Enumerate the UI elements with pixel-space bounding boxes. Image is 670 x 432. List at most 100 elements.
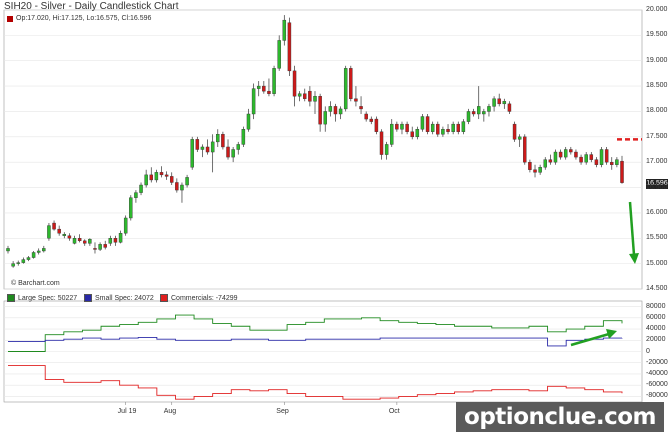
candle-body — [47, 225, 51, 239]
candle-body — [282, 19, 287, 41]
legend-label: Small Spec: 24072 — [95, 294, 154, 302]
candle-body — [599, 149, 604, 165]
candle-body — [98, 244, 102, 250]
ohlc-readout: Op:17.020, Hi:17.125, Lo:16.575, Cl:16.5… — [16, 15, 152, 22]
cot-panel — [8, 314, 623, 400]
candle-body — [226, 146, 230, 158]
candle-body — [144, 174, 148, 186]
candle-body — [180, 184, 184, 191]
candle-body — [451, 123, 455, 132]
candle-body — [72, 238, 77, 244]
cot-series-line — [8, 337, 623, 347]
candle-body — [369, 118, 374, 122]
candle-body — [507, 103, 512, 112]
candle-body — [466, 111, 471, 122]
candle-body — [456, 123, 461, 132]
chart-svg — [3, 9, 643, 405]
candle-body — [52, 222, 56, 230]
y-tick-label: 14.500 — [646, 285, 668, 292]
legend-item: Large Spec: 50227 — [7, 294, 77, 302]
candle-body — [16, 262, 20, 264]
legend-item: Small Spec: 24072 — [84, 294, 154, 302]
candle-body — [558, 151, 563, 158]
candle-body — [108, 238, 113, 244]
y-tick-label: 20.000 — [646, 6, 668, 13]
candle-body — [579, 156, 583, 163]
candle-body — [410, 131, 414, 138]
cot-y-tick-label: 80000 — [646, 302, 666, 310]
candle-body — [538, 167, 542, 173]
candle-body — [221, 134, 225, 148]
candle-body — [323, 111, 327, 125]
candle-body — [154, 172, 159, 181]
candle-body — [359, 106, 363, 110]
candle-body — [517, 136, 522, 140]
candle-body — [390, 123, 394, 145]
y-tick-label: 16.000 — [646, 208, 668, 216]
y-tick-label: 15.000 — [646, 259, 668, 267]
candle-body — [384, 144, 389, 155]
candle-body — [333, 106, 338, 115]
candle-body — [195, 139, 200, 150]
candle-body — [471, 111, 476, 115]
candle-body — [26, 257, 31, 260]
candle-body — [548, 159, 553, 163]
candle-body — [6, 248, 10, 252]
candle-body — [256, 85, 261, 89]
candle-body — [83, 240, 87, 244]
candle-body — [574, 151, 578, 158]
candle-body — [430, 123, 435, 132]
candle-body — [267, 90, 271, 94]
candle-body — [461, 121, 466, 132]
cot-y-tick-label: 0 — [646, 347, 650, 355]
candle-body — [57, 228, 61, 234]
legend-swatch — [84, 294, 92, 302]
ohlc-marker — [7, 16, 13, 22]
legend-label: Commercials: -74299 — [171, 294, 238, 302]
x-tick-label: Oct — [388, 408, 400, 415]
candle-body — [246, 113, 251, 130]
candle-body — [349, 68, 353, 99]
candle-body — [487, 106, 491, 112]
candle-body — [11, 263, 15, 267]
credit-label: © Barchart.com — [11, 280, 60, 287]
candle-body — [164, 174, 169, 177]
candle-body — [476, 106, 481, 115]
cot-y-tick-label: -60000 — [646, 381, 668, 389]
y-tick-label: 17.000 — [646, 158, 668, 166]
candle-body — [374, 118, 379, 132]
chart-title: SIH20 - Silver - Daily Candlestick Chart — [4, 1, 179, 12]
y-tick-label: 19.000 — [646, 56, 668, 64]
x-tick-label: Jul 19 — [117, 408, 137, 415]
cot-y-tick-label: 20000 — [646, 336, 666, 344]
legend-swatch — [7, 294, 15, 302]
candle-body — [159, 172, 164, 176]
candle-body — [287, 22, 292, 72]
candle-body — [205, 146, 210, 153]
candle-body — [113, 238, 118, 243]
y-tick-label: 18.000 — [646, 107, 668, 115]
candle-body — [482, 111, 486, 115]
y-tick-label: 17.500 — [646, 132, 668, 140]
candle-body — [343, 68, 348, 110]
candle-body — [528, 161, 532, 170]
candle-body — [379, 131, 384, 155]
spacer — [610, 177, 618, 182]
candle-body — [216, 134, 220, 143]
candle-body — [123, 217, 128, 234]
candle-body — [210, 141, 215, 153]
candle-body — [200, 146, 205, 150]
cot-y-tick-label: -40000 — [646, 369, 668, 377]
candle-body — [88, 239, 92, 244]
candle-body — [523, 136, 527, 163]
candle-body — [185, 177, 189, 186]
down-arrow-shaft — [628, 201, 636, 256]
legend-swatch — [160, 294, 168, 302]
annotations — [570, 138, 642, 347]
candle-body — [139, 184, 143, 193]
candle-body — [492, 98, 496, 107]
candle-body — [563, 149, 568, 158]
legend-label: Large Spec: 50227 — [18, 294, 78, 302]
candle-body — [400, 123, 404, 130]
candle-body — [338, 108, 343, 115]
